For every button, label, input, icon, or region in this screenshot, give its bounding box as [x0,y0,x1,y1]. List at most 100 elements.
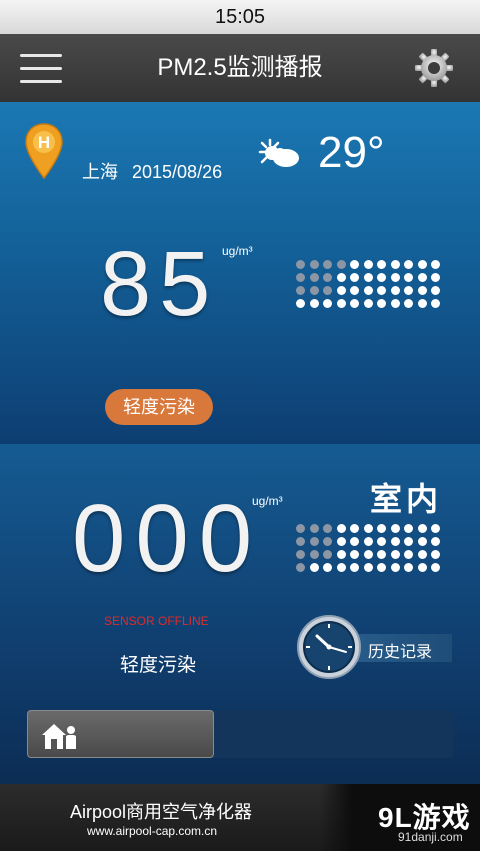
meter-dot [404,286,413,295]
meter-dot [323,563,332,572]
meter-dot [323,260,332,269]
meter-dot [363,286,373,295]
meter-dot [296,537,305,546]
watermark-url: 91danji.com [398,830,463,844]
meter-dot [323,273,332,282]
indoor-progress-track [27,710,453,758]
product-url: www.airpool-cap.com.cn [87,824,218,838]
meter-dot [363,273,373,282]
meter-dot [350,286,359,295]
meter-dot [404,524,413,533]
watermark: 9L游戏 91danji.com [320,784,480,851]
meter-dot [363,537,373,546]
meter-dot [404,273,413,282]
home-family-icon [42,724,76,749]
meter-dot [431,563,440,572]
meter-dot [350,299,359,308]
meter-dot [350,524,359,533]
meter-dot [390,563,400,572]
meter-dot [377,537,386,546]
meter-dot [417,286,427,295]
meter-dot [363,260,373,269]
meter-dot [323,524,332,533]
indoor-unit: ug/m³ [252,494,283,508]
sensor-status: SENSOR OFFLINE [104,614,209,628]
meter-dot [377,273,386,282]
room-label: 室内 [370,481,443,517]
meter-dot [363,524,373,533]
meter-dot [309,563,319,572]
meter-dot [296,550,305,559]
meter-dot [296,286,305,295]
meter-dot [309,537,319,546]
meter-dot [417,260,427,269]
meter-dot [336,299,346,308]
pollution-level-badge: 轻度污染 [105,389,213,425]
gear-icon[interactable] [414,48,454,88]
meter-dot [417,524,427,533]
indoor-panel: 室内 000 ug/m³ SENSOR OFFLINE 轻度污染 历史记录 [0,444,480,784]
meter-dot [377,524,386,533]
meter-dot [336,537,346,546]
meter-dot [390,260,400,269]
outdoor-dot-meter [296,260,440,308]
meter-dot [377,286,386,295]
meter-dot [404,563,413,572]
meter-dot [296,273,305,282]
product-name: Airpool商用空气净化器 [70,802,253,822]
current-date: 2015/08/26 [132,162,223,182]
meter-dot [323,550,332,559]
meter-dot [390,286,400,295]
clock-icon [297,615,361,679]
meter-dot [431,537,440,546]
location-date: 上海 2015/08/26 [82,158,236,184]
meter-dot [363,563,373,572]
meter-dot [390,299,400,308]
meter-dot [309,550,319,559]
meter-dot [404,550,413,559]
meter-dot [336,286,346,295]
meter-dot [404,299,413,308]
meter-dot [296,260,305,269]
meter-dot [350,550,359,559]
meter-dot [336,550,346,559]
meter-dot [417,299,427,308]
history-label: 历史记录 [368,644,433,661]
meter-dot [377,563,386,572]
meter-dot [431,550,440,559]
meter-dot [296,563,305,572]
meter-dot [390,273,400,282]
meter-dot [296,299,305,308]
location-pin-icon: H [25,123,63,180]
outdoor-panel: H 上海 2015/08/26 29° 85 ug/m³ 轻度污染 [0,102,480,444]
meter-dot [431,299,440,308]
temperature: 29° [318,128,385,177]
meter-dot [336,260,346,269]
meter-dot [323,286,332,295]
meter-dot [350,537,359,546]
status-bar: 15:05 [0,0,480,34]
meter-dot [417,537,427,546]
meter-dot [390,550,400,559]
meter-dot [431,260,440,269]
meter-dot [404,537,413,546]
meter-dot [296,524,305,533]
meter-dot [309,524,319,533]
meter-dot [431,524,440,533]
footer: Airpool商用空气净化器 www.airpool-cap.com.cn 9L… [0,784,480,851]
meter-dot [377,550,386,559]
pin-letter: H [38,133,50,152]
indoor-pm-value: 000 [72,485,263,592]
indoor-level-label: 轻度污染 [120,655,197,676]
outdoor-unit: ug/m³ [222,244,253,258]
meter-dot [390,524,400,533]
history-button[interactable]: 历史记录 [296,614,456,680]
meter-dot [309,260,319,269]
status-time: 15:05 [214,6,266,28]
meter-dot [377,299,386,308]
meter-dot [336,524,346,533]
meter-dot [390,537,400,546]
meter-dot [404,260,413,269]
meter-dot [417,550,427,559]
meter-dot [350,273,359,282]
